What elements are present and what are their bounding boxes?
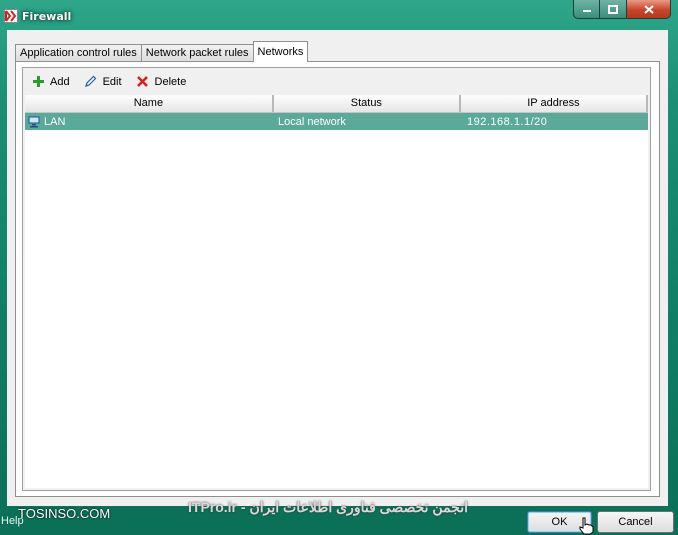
tab-networks[interactable]: Networks xyxy=(252,41,309,62)
titlebar: Firewall xyxy=(0,0,678,30)
toolbar: Add Edit Delete xyxy=(23,68,650,95)
column-header-name[interactable]: Name xyxy=(25,95,274,112)
pencil-icon xyxy=(84,75,98,89)
cancel-button[interactable]: Cancel xyxy=(597,511,674,533)
table-row[interactable]: LAN Local network 192.168.1.1/20 xyxy=(25,113,648,130)
close-button[interactable] xyxy=(627,0,671,19)
window-title: Firewall xyxy=(22,10,72,23)
maximize-icon xyxy=(608,4,618,14)
add-icon xyxy=(31,75,45,89)
column-header-ip-address[interactable]: IP address xyxy=(461,95,648,112)
minimize-button[interactable] xyxy=(573,0,600,19)
networks-tab-panel: Add Edit Delete Name Status IP address L… xyxy=(15,61,660,497)
add-button[interactable]: Add xyxy=(31,75,70,89)
hand-cursor-icon xyxy=(579,517,594,535)
tab-network-packet-rules[interactable]: Network packet rules xyxy=(140,44,254,62)
cell-name: LAN xyxy=(25,116,275,128)
network-name: LAN xyxy=(44,115,66,128)
add-label: Add xyxy=(50,75,70,88)
firewall-app-icon xyxy=(4,9,18,23)
maximize-button[interactable] xyxy=(600,0,627,19)
delete-label: Delete xyxy=(154,75,187,88)
tab-application-control-rules[interactable]: Application control rules xyxy=(15,44,142,62)
cell-ip-address: 192.168.1.1/20 xyxy=(467,115,548,128)
minimize-icon xyxy=(582,10,591,12)
delete-x-icon xyxy=(136,75,150,89)
close-icon xyxy=(643,4,654,14)
cell-status: Local network xyxy=(278,115,346,128)
window-controls xyxy=(573,0,671,19)
table-header: Name Status IP address xyxy=(25,95,648,113)
edit-button[interactable]: Edit xyxy=(84,75,122,89)
delete-button[interactable]: Delete xyxy=(136,75,187,89)
networks-group: Add Edit Delete Name Status IP address L… xyxy=(22,67,651,491)
network-icon xyxy=(28,116,40,128)
networks-table: Name Status IP address LAN Local network… xyxy=(25,95,648,488)
edit-label: Edit xyxy=(102,75,122,88)
tab-strip: Application control rules Network packet… xyxy=(15,41,309,62)
column-header-status[interactable]: Status xyxy=(274,95,461,112)
watermark-site: TOSINSO.COM xyxy=(18,506,111,521)
watermark-brand: ITPro.ir - انجمن تخصصی فناوری اطلاعات ای… xyxy=(188,499,468,515)
dialog-body: Application control rules Network packet… xyxy=(7,30,668,506)
